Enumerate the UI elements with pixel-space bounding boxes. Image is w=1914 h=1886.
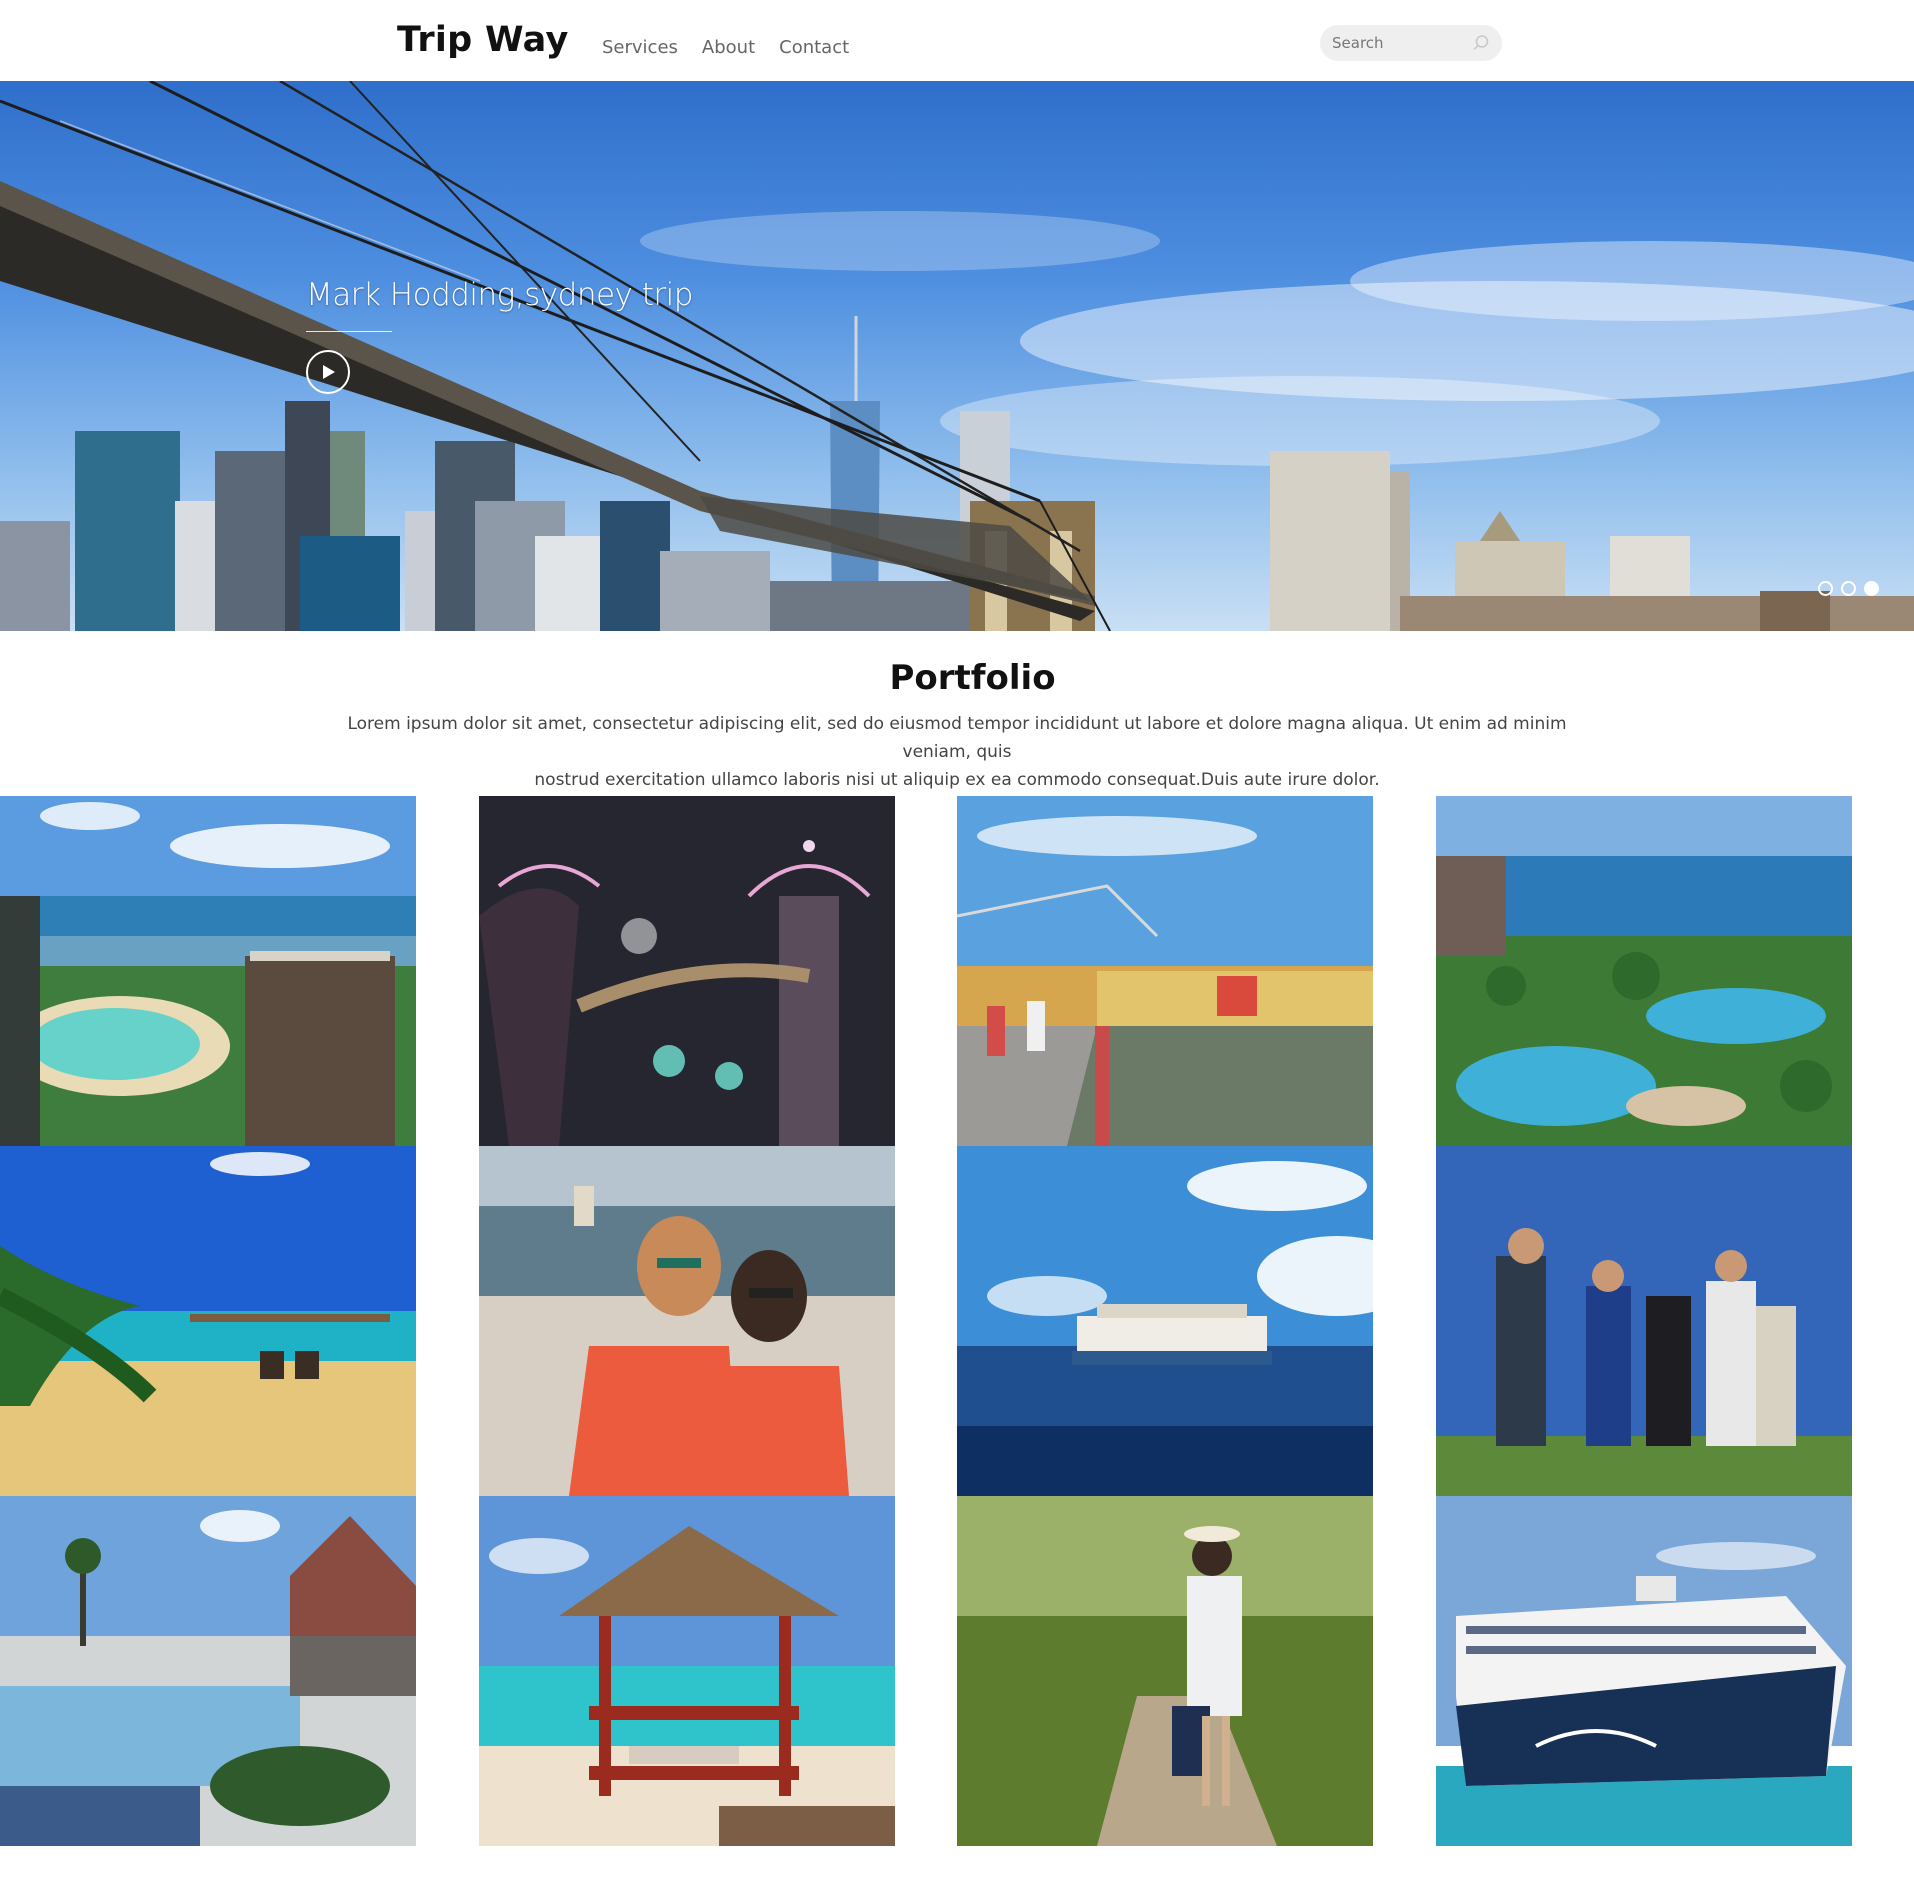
portfolio-item-pool-gazebo[interactable] (0, 1496, 416, 1846)
portfolio-item-beach-hut[interactable] (479, 1496, 895, 1846)
portfolio-image (479, 796, 895, 1146)
site-logo[interactable]: Trip Way (397, 20, 569, 60)
play-button[interactable] (306, 350, 350, 394)
portfolio-image (1436, 796, 1852, 1146)
play-icon (323, 365, 335, 379)
hero-caption: Mark Hodding,sydney trip (306, 277, 693, 313)
main-nav: Services About Contact (602, 37, 849, 58)
portfolio-item-sea-boat[interactable] (957, 1146, 1373, 1496)
hero-image (0, 81, 1914, 631)
portfolio-description: Lorem ipsum dolor sit amet, consectetur … (330, 710, 1584, 794)
portfolio-image (479, 1146, 895, 1496)
nav-contact[interactable]: Contact (779, 37, 849, 58)
nav-about[interactable]: About (702, 37, 755, 58)
portfolio-image (0, 1496, 416, 1846)
portfolio-item-hiking-group[interactable] (1436, 1146, 1852, 1496)
portfolio-image (1436, 1146, 1852, 1496)
slider-dot-3[interactable] (1864, 581, 1879, 596)
portfolio-item-beach-selfie[interactable] (479, 1146, 895, 1496)
search-icon[interactable] (1472, 34, 1490, 52)
portfolio-item-cruise-ship[interactable] (1436, 1496, 1852, 1846)
portfolio-item-supertree-grove[interactable] (479, 796, 895, 1146)
portfolio-description-line-1: Lorem ipsum dolor sit amet, consectetur … (347, 714, 1567, 762)
portfolio-image (957, 796, 1373, 1146)
portfolio-item-resort-lagoon[interactable] (0, 796, 416, 1146)
slider-dots (1818, 581, 1879, 596)
portfolio-item-pool-resort[interactable] (1436, 796, 1852, 1146)
portfolio-image (957, 1146, 1373, 1496)
nav-services[interactable]: Services (602, 37, 678, 58)
portfolio-item-palm-beach[interactable] (0, 1146, 416, 1496)
portfolio-image (479, 1496, 895, 1846)
slider-dot-2[interactable] (1841, 581, 1856, 596)
portfolio-description-line-2: nostrud exercitation ullamco laboris nis… (534, 770, 1380, 790)
search-input[interactable] (1332, 25, 1472, 61)
portfolio-item-riverside-walk[interactable] (957, 796, 1373, 1146)
hero-divider (306, 331, 392, 332)
slider-dot-1[interactable] (1818, 581, 1833, 596)
portfolio-title: Portfolio (889, 658, 1056, 698)
portfolio-image (0, 796, 416, 1146)
portfolio-image (1436, 1496, 1852, 1846)
portfolio-image (0, 1146, 416, 1496)
search-box (1320, 25, 1502, 61)
hero-slider: Mark Hodding,sydney trip (0, 81, 1914, 631)
site-header: Trip Way Services About Contact (0, 0, 1914, 81)
portfolio-image (957, 1496, 1373, 1846)
portfolio-item-traveler-path[interactable] (957, 1496, 1373, 1846)
